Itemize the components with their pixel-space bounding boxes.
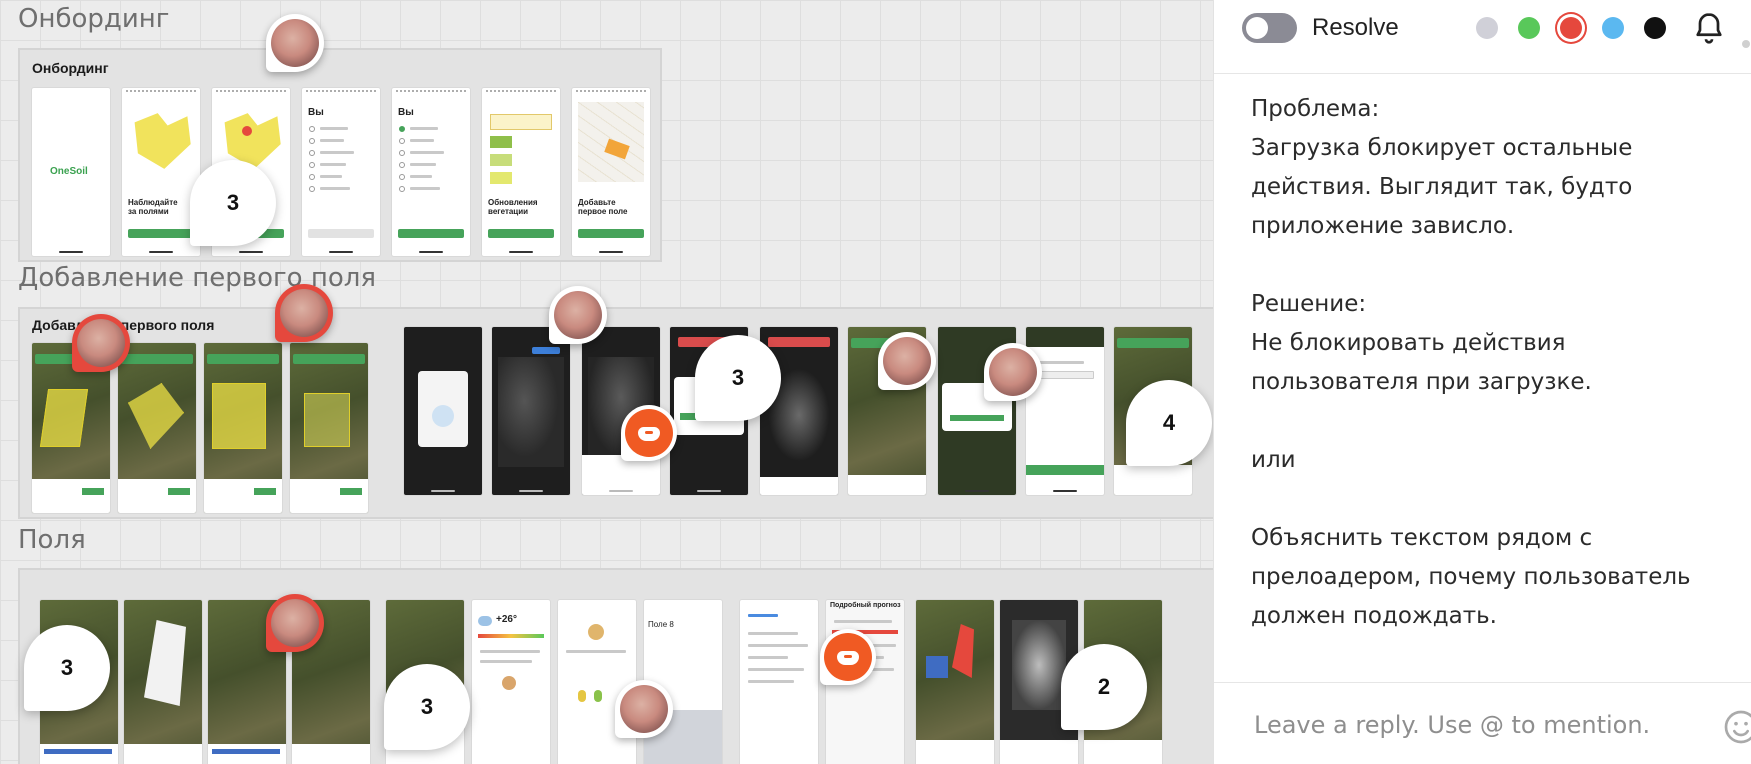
add-field-screen-3[interactable] [204, 343, 282, 513]
comment-avatar-marker-active[interactable] [72, 314, 130, 372]
pin-icon [242, 126, 252, 136]
color-swatch-blue[interactable] [1602, 17, 1624, 39]
comment-count-marker[interactable]: 4 [1126, 380, 1212, 466]
comment-count-marker[interactable]: 3 [695, 335, 781, 421]
heading-watch: Наблюдайте за полями [128, 198, 178, 216]
fields-screen-empty[interactable] [558, 600, 636, 764]
onboarding-screen-add-field[interactable]: Добавьте первое поле [572, 88, 650, 256]
section-title-fields: Поля [18, 525, 86, 555]
fields-screen-weather[interactable]: +26° [472, 600, 550, 764]
reply-input[interactable] [1254, 705, 1684, 745]
cloud-icon [478, 616, 492, 626]
color-swatch-black[interactable] [1644, 17, 1666, 39]
comment-avatar-marker[interactable] [266, 14, 324, 72]
toggle-knob [1246, 17, 1268, 39]
fields-screen-2[interactable] [124, 600, 202, 764]
add-field-screen-4[interactable] [290, 343, 368, 513]
comment-avatar-marker-active[interactable] [266, 594, 324, 652]
section-title-add-first-field: Добавление первого поля [18, 263, 377, 293]
comment-avatar-marker[interactable] [878, 332, 936, 390]
color-swatch-green[interactable] [1518, 17, 1540, 39]
reply-bar [1214, 682, 1751, 764]
bell-icon[interactable] [1691, 10, 1727, 46]
onboarding-screen-vegetation[interactable]: Обновления вегетации [482, 88, 560, 256]
fields-screen-details[interactable] [740, 600, 818, 764]
comment-count-marker[interactable]: 3 [24, 625, 110, 711]
frame-label-onboarding: Онбординг [32, 60, 109, 76]
comment-count-marker[interactable]: 2 [1061, 644, 1147, 730]
frame-onboarding[interactable]: Онбординг OneSoil Наблюдайте за полями В… [18, 48, 662, 262]
emoji-icon[interactable] [1721, 707, 1751, 747]
comment-panel-header: Resolve [1214, 0, 1751, 74]
scroll-indicator [1742, 40, 1750, 48]
resolve-toggle[interactable] [1242, 13, 1297, 43]
comment-count-marker[interactable]: 3 [190, 160, 276, 246]
world-map-screen-1[interactable] [404, 327, 482, 495]
fields-screen-colored[interactable] [916, 600, 994, 764]
onboarding-screen-role-1[interactable]: Вы [302, 88, 380, 256]
onboarding-screen-watch[interactable]: Наблюдайте за полями [122, 88, 200, 256]
world-map-screen-2[interactable] [492, 327, 570, 495]
comment-avatar-marker[interactable] [984, 343, 1042, 401]
heading-add-field: Добавьте первое поле [578, 198, 628, 216]
weather-temp: +26° [496, 614, 517, 625]
heading-vegetation: Обновления вегетации [488, 198, 538, 216]
bot-avatar-marker[interactable] [820, 629, 876, 685]
comment-avatar-marker-active[interactable] [275, 284, 333, 342]
design-canvas[interactable]: Онбординг Онбординг OneSoil Наблюдайте з… [0, 0, 1213, 764]
heading-you-2: Вы [398, 107, 414, 118]
forecast-title: Подробный прогноз [830, 602, 901, 609]
color-swatch-red[interactable] [1560, 17, 1582, 39]
bot-avatar-marker[interactable] [621, 405, 677, 461]
comment-text: Проблема: Загрузка блокирует остальные д… [1251, 96, 1691, 629]
onboarding-screen-role-2[interactable]: Вы [392, 88, 470, 256]
comment-count-marker[interactable]: 3 [384, 664, 470, 750]
heading-you-1: Вы [308, 107, 324, 118]
comment-avatar-marker[interactable] [615, 680, 673, 738]
field-name-input[interactable]: Поле 8 [648, 620, 674, 629]
onesoil-logo: OneSoil [50, 166, 88, 177]
section-title-onboarding: Онбординг [18, 4, 170, 34]
comment-panel: Resolve Проблема: Загрузка блокирует ост… [1213, 0, 1751, 764]
frame-add-first-field[interactable]: Добавление первого поля [18, 307, 1213, 519]
add-field-screen-2[interactable] [118, 343, 196, 513]
comment-avatar-marker[interactable] [549, 286, 607, 344]
onboarding-screen-splash[interactable]: OneSoil [32, 88, 110, 256]
color-swatch-gray[interactable] [1476, 17, 1498, 39]
resolve-label: Resolve [1312, 14, 1399, 41]
field-form-screen[interactable] [1026, 327, 1104, 495]
